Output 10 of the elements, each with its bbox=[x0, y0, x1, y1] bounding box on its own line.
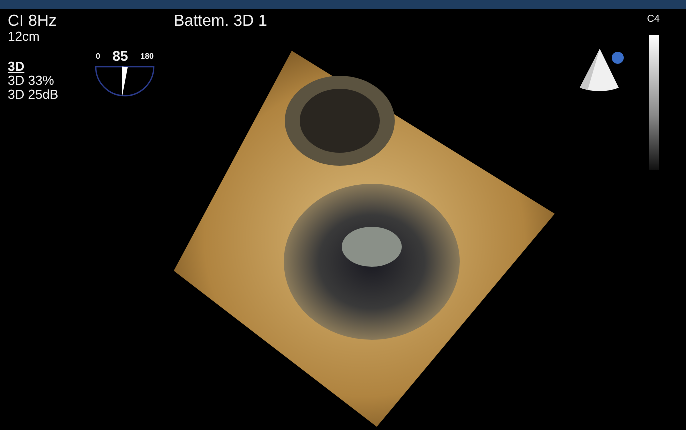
depth-text: 12cm bbox=[8, 30, 41, 44]
title-text: Battem. 3D 1 bbox=[174, 12, 268, 32]
gauge-max-label: 180 bbox=[140, 51, 154, 63]
setting-text: 3D 25dB bbox=[8, 88, 60, 102]
frame-rate-text: CI 8Hz bbox=[8, 13, 58, 30]
scale-label: C4 bbox=[647, 13, 660, 27]
gauge-min-label: 0 bbox=[96, 51, 100, 63]
gauge-value: 85 bbox=[112, 49, 128, 63]
mode-text: 3D bbox=[8, 60, 26, 74]
setting-text: 3D 33% bbox=[8, 74, 56, 88]
